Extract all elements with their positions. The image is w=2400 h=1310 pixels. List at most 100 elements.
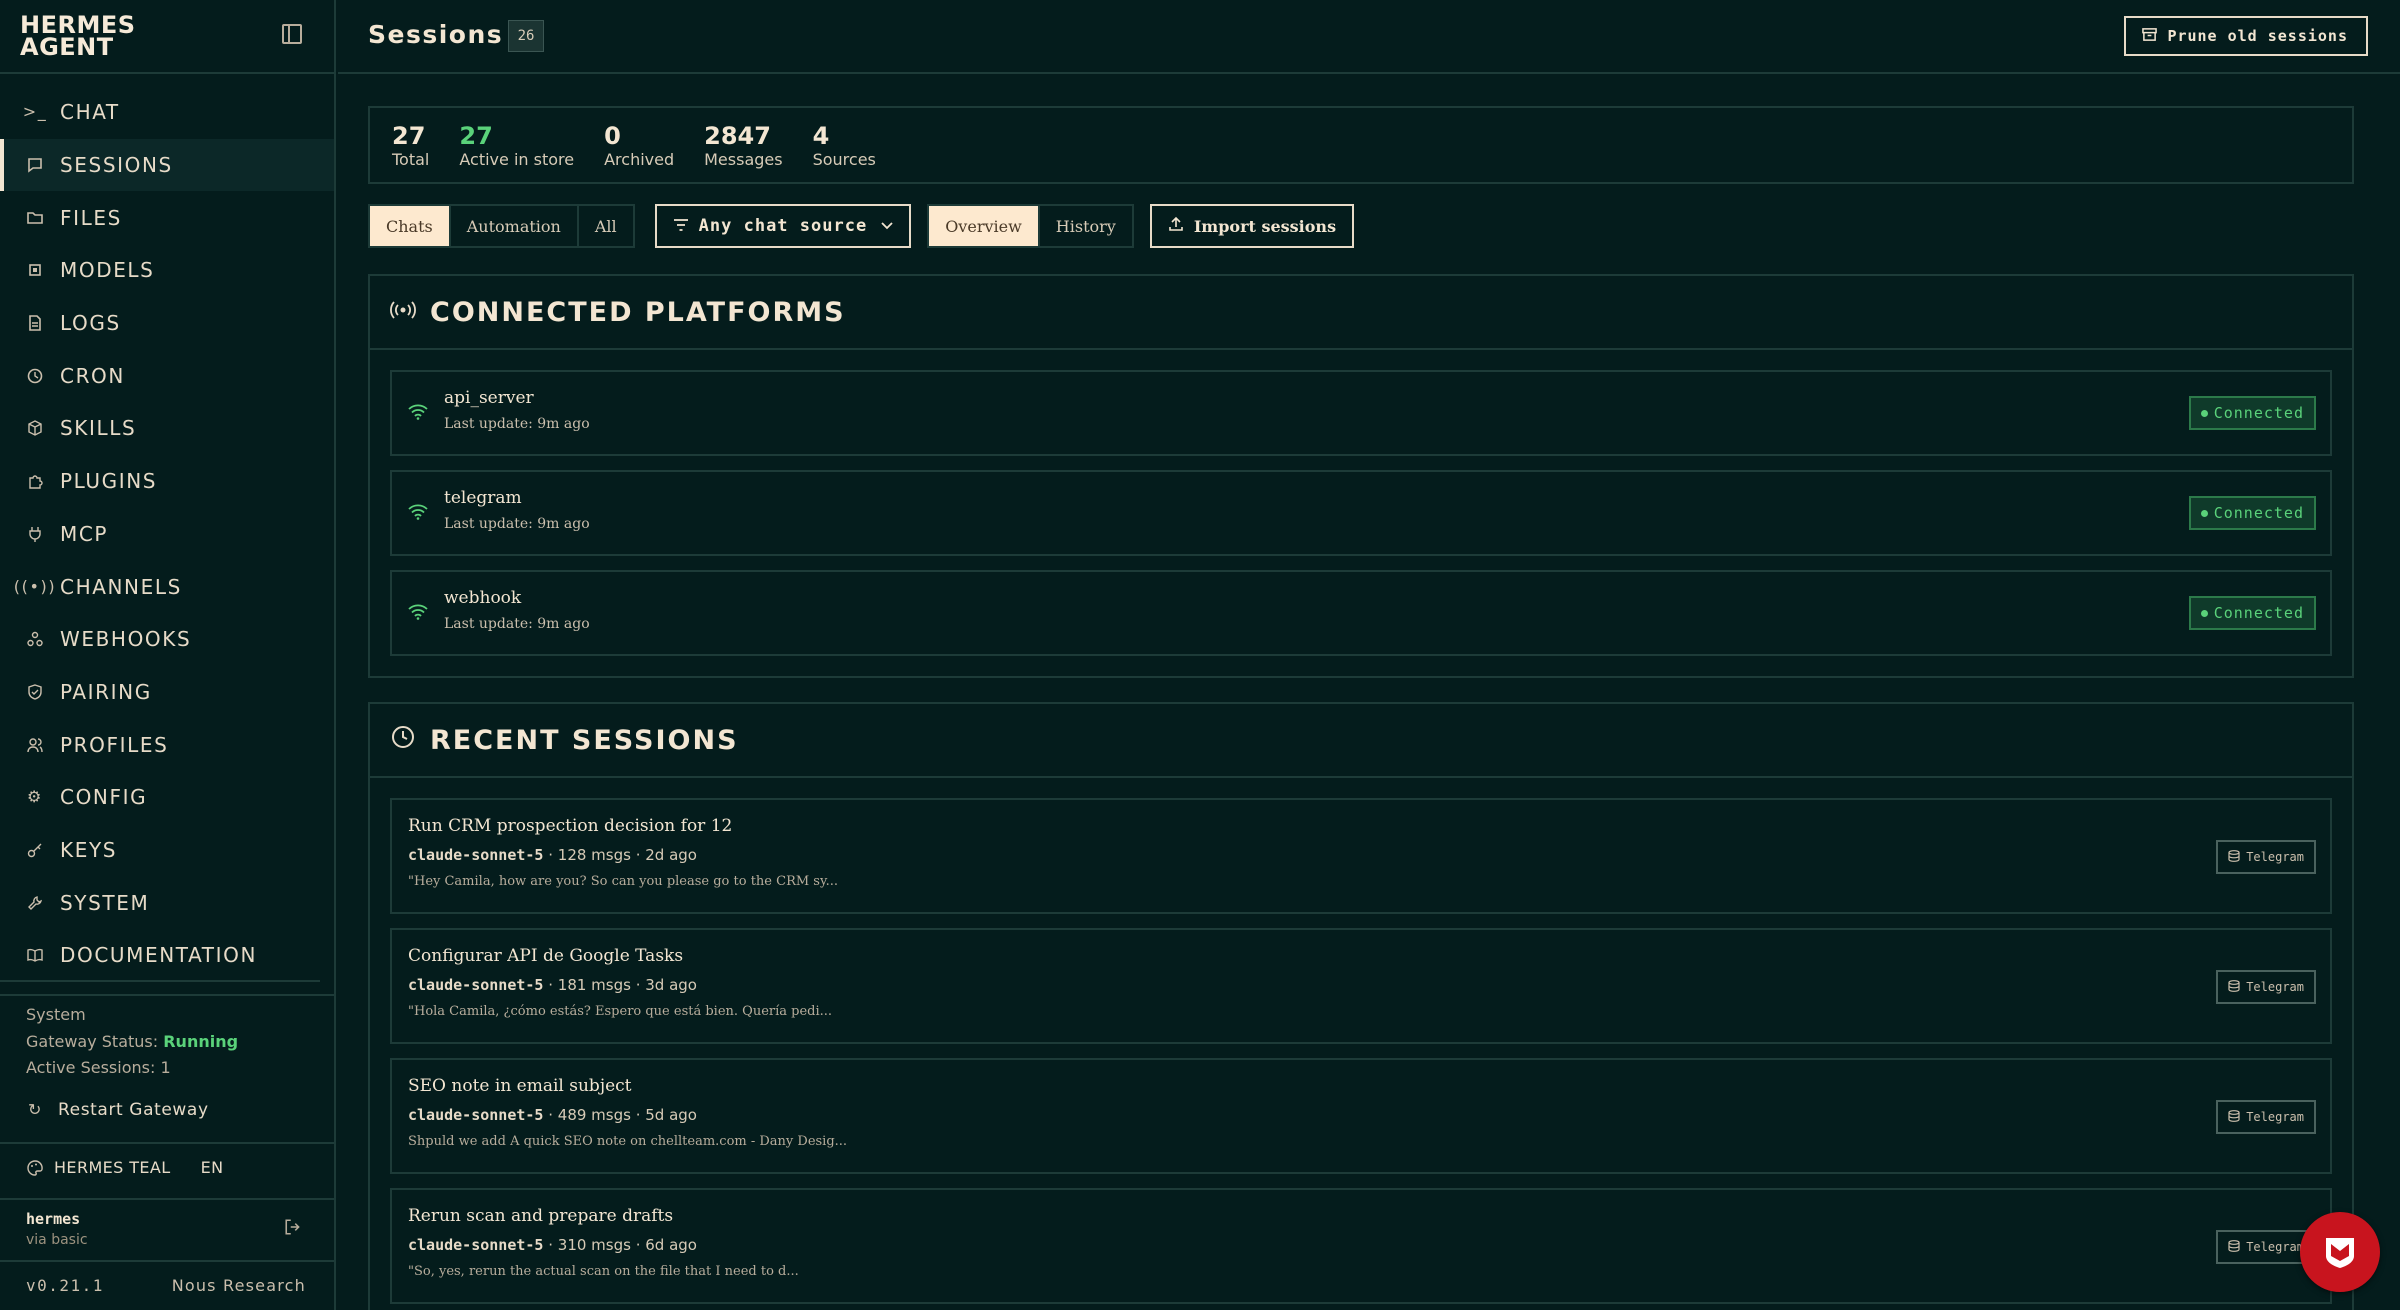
page-title: Sessions [368, 20, 504, 49]
status-badge: Connected [2188, 496, 2316, 530]
clock-icon [26, 367, 44, 385]
platform-name: webhook [444, 588, 522, 608]
view-tabs: Overview History [927, 204, 1134, 248]
sidebar-item-logs[interactable]: LOGS [0, 297, 334, 350]
sidebar-nav: >_ CHAT SESSIONS FILES MODELS LOGS CRON … [0, 86, 334, 982]
session-stats: · 128 msgs · 2d ago [543, 846, 697, 864]
sidebar-item-profiles[interactable]: PROFILES [0, 718, 334, 771]
folder-icon [26, 209, 44, 227]
database-icon [2228, 1239, 2240, 1255]
stat-value: 0 [604, 122, 621, 150]
divider [0, 1142, 336, 1144]
sidebar-item-label: MODELS [60, 258, 155, 283]
platform-row[interactable]: webhook Last update: 9m ago Connected [390, 570, 2332, 656]
filter-icon [673, 217, 689, 236]
source-name: Telegram [2246, 1240, 2304, 1254]
settings-icon: ⚙ [27, 787, 43, 807]
chat-source-dropdown[interactable]: Any chat source [654, 204, 912, 248]
sidebar: HERMES AGENT >_ CHAT SESSIONS FILES MODE… [0, 0, 336, 1310]
platform-last-update: Last update: 9m ago [444, 416, 590, 432]
tab-overview[interactable]: Overview [929, 206, 1040, 246]
sidebar-item-skills[interactable]: SKILLS [0, 402, 334, 455]
sidebar-item-chat[interactable]: >_ CHAT [0, 86, 334, 139]
divider [0, 1260, 336, 1262]
logout-icon[interactable] [284, 1218, 302, 1241]
import-sessions-button[interactable]: Import sessions [1149, 204, 1355, 248]
tab-chats[interactable]: Chats [370, 206, 451, 246]
webhook-icon [26, 630, 44, 648]
tab-automation[interactable]: Automation [451, 206, 579, 246]
stat-messages: 2847 Messages [704, 122, 782, 182]
session-title: SEO note in email subject [408, 1076, 632, 1096]
platform-last-update: Last update: 9m ago [444, 516, 590, 532]
security-shield-icon[interactable] [2300, 1212, 2380, 1292]
session-title: Run CRM prospection decision for 12 [408, 816, 733, 836]
stats-bar: 27 Total 27 Active in store 0 Archived 2… [368, 106, 2354, 184]
sidebar-item-cron[interactable]: CRON [0, 349, 334, 402]
stat-total: 27 Total [392, 122, 429, 182]
sidebar-item-plugins[interactable]: PLUGINS [0, 455, 334, 508]
system-heading: System [26, 1005, 86, 1024]
sidebar-item-sessions[interactable]: SESSIONS [0, 138, 334, 192]
platform-last-update: Last update: 9m ago [444, 616, 590, 632]
refresh-icon: ↻ [27, 1100, 42, 1119]
restart-gateway-label: Restart Gateway [58, 1100, 209, 1120]
gateway-status-label: Gateway Status: [26, 1031, 159, 1051]
session-meta: claude-sonnet-5 · 310 msgs · 6d ago [408, 1236, 697, 1254]
archive-icon [2142, 27, 2158, 46]
sidebar-item-keys[interactable]: KEYS [0, 824, 334, 877]
sidebar-item-mcp[interactable]: MCP [0, 508, 334, 561]
theme-switcher[interactable]: HERMES TEAL [54, 1158, 171, 1177]
session-meta: claude-sonnet-5 · 489 msgs · 5d ago [408, 1106, 697, 1124]
sidebar-item-config[interactable]: ⚙ CONFIG [0, 771, 334, 824]
session-model: claude-sonnet-5 [408, 846, 544, 864]
prune-label: Prune old sessions [2167, 27, 2348, 45]
source-badge: Telegram [2216, 840, 2316, 874]
session-row[interactable]: Configurar API de Google Tasks claude-so… [390, 928, 2332, 1044]
sidebar-item-label: CONFIG [60, 785, 148, 810]
divider [0, 72, 336, 74]
book-icon [26, 946, 44, 964]
sidebar-item-label: SKILLS [60, 416, 137, 441]
source-badge: Telegram [2216, 1100, 2316, 1134]
sidebar-item-channels[interactable]: ((•)) CHANNELS [0, 560, 334, 613]
stat-label: Sources [812, 150, 876, 169]
sidebar-item-label: WEBHOOKS [60, 627, 192, 652]
stat-archived: 0 Archived [604, 122, 674, 182]
platform-row[interactable]: telegram Last update: 9m ago Connected [390, 470, 2332, 556]
status-badge: Connected [2188, 396, 2316, 430]
palette-icon [26, 1159, 44, 1177]
import-sessions-label: Import sessions [1193, 216, 1337, 236]
sidebar-item-pairing[interactable]: PAIRING [0, 666, 334, 719]
stat-value: 4 [812, 122, 830, 150]
sidebar-item-label: CHAT [60, 100, 120, 125]
prune-old-sessions-button[interactable]: Prune old sessions [2124, 16, 2368, 56]
sidebar-item-webhooks[interactable]: WEBHOOKS [0, 613, 334, 666]
stat-value: 2847 [704, 122, 771, 150]
session-meta: claude-sonnet-5 · 128 msgs · 2d ago [408, 846, 697, 864]
language-switcher[interactable]: EN [201, 1158, 224, 1177]
cpu-icon [26, 261, 44, 279]
sidebar-item-documentation[interactable]: DOCUMENTATION [0, 929, 334, 982]
stat-active: 27 Active in store [459, 122, 574, 182]
panel-title: CONNECTED PLATFORMS [430, 296, 846, 328]
session-row[interactable]: Rerun scan and prepare drafts claude-son… [390, 1188, 2332, 1304]
sidebar-item-models[interactable]: MODELS [0, 244, 334, 297]
stat-value: 27 [392, 122, 426, 150]
tab-all[interactable]: All [579, 206, 633, 246]
upload-icon [1168, 216, 1184, 236]
status-dot-icon [2200, 409, 2208, 417]
session-title: Configurar API de Google Tasks [408, 946, 684, 966]
sidebar-item-files[interactable]: FILES [0, 191, 334, 244]
platform-row[interactable]: api_server Last update: 9m ago Connected [390, 370, 2332, 456]
sidebar-item-label: FILES [60, 205, 122, 230]
restart-gateway-button[interactable]: ↻ Restart Gateway [26, 1100, 209, 1120]
session-row[interactable]: SEO note in email subject claude-sonnet-… [390, 1058, 2332, 1174]
sidebar-collapse-icon[interactable] [282, 24, 302, 44]
org-name[interactable]: Nous Research [172, 1276, 306, 1295]
session-row[interactable]: Run CRM prospection decision for 12 clau… [390, 798, 2332, 914]
database-icon [2228, 979, 2240, 995]
sidebar-item-system[interactable]: SYSTEM [0, 876, 334, 929]
divider [0, 980, 320, 982]
tab-history[interactable]: History [1040, 206, 1132, 246]
